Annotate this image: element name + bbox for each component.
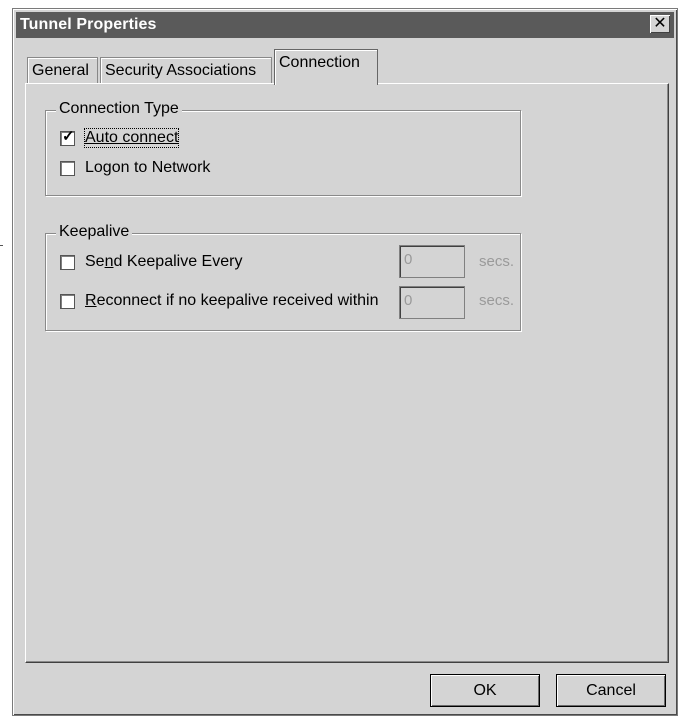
send-keepalive-text-c: d Keepalive Every xyxy=(113,253,243,270)
tab-general[interactable]: General xyxy=(27,57,98,83)
reconnect-timeout-input[interactable]: 0 xyxy=(399,286,465,319)
send-keepalive-row[interactable]: Send Keepalive Every xyxy=(60,253,242,271)
logon-network-label: Logon to Network xyxy=(85,159,211,176)
auto-connect-row[interactable]: ✓ Auto connect xyxy=(60,127,180,148)
check-icon: ✓ xyxy=(62,127,75,145)
connection-type-group: Connection Type ✓ Auto connect Logon to … xyxy=(45,100,521,196)
reconnect-text-a: R xyxy=(85,292,97,309)
auto-connect-checkbox[interactable]: ✓ xyxy=(60,127,75,146)
keepalive-interval-unit: secs. xyxy=(479,253,515,270)
logon-network-row[interactable]: Logon to Network xyxy=(60,159,210,177)
connection-panel: Connection Type ✓ Auto connect Logon to … xyxy=(25,83,669,663)
auto-connect-label: Auto connect xyxy=(83,128,180,148)
edge-mark xyxy=(0,245,3,246)
send-keepalive-text-a: Se xyxy=(85,253,105,270)
title-bar: Tunnel Properties ✕ xyxy=(16,12,674,38)
close-icon[interactable]: ✕ xyxy=(650,15,670,33)
keepalive-legend: Keepalive xyxy=(56,223,133,241)
reconnect-checkbox[interactable] xyxy=(60,293,75,309)
keepalive-group: Keepalive Send Keepalive Every 0 secs. R… xyxy=(45,223,521,331)
keepalive-interval-input[interactable]: 0 xyxy=(399,245,465,278)
send-keepalive-checkbox[interactable] xyxy=(60,254,75,270)
logon-network-checkbox[interactable] xyxy=(60,160,75,176)
tunnel-properties-dialog: Tunnel Properties ✕ General Security Ass… xyxy=(12,8,678,716)
reconnect-row[interactable]: Reconnect if no keepalive received withi… xyxy=(60,292,379,310)
connection-type-legend: Connection Type xyxy=(56,100,182,118)
reconnect-timeout-unit: secs. xyxy=(479,292,515,309)
auto-connect-text: Auto connect xyxy=(85,129,179,146)
window-title: Tunnel Properties xyxy=(20,16,157,33)
cancel-button[interactable]: Cancel xyxy=(556,674,666,707)
send-keepalive-label: Send Keepalive Every xyxy=(85,253,242,271)
ok-button[interactable]: OK xyxy=(430,674,540,707)
reconnect-label: Reconnect if no keepalive received withi… xyxy=(85,292,379,310)
reconnect-text-b: econnect if no keepalive received within xyxy=(96,292,379,309)
tab-connection[interactable]: Connection xyxy=(274,49,378,85)
tab-security-associations[interactable]: Security Associations xyxy=(100,57,272,83)
